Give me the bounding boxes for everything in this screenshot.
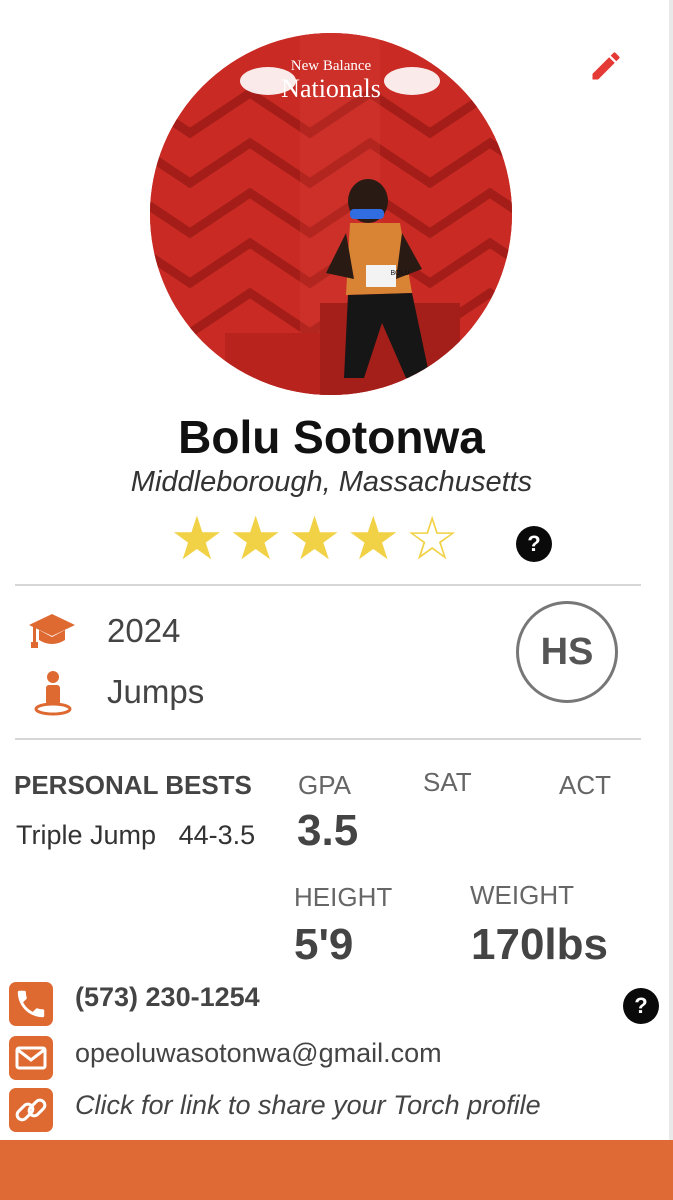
event-group: Jumps — [107, 673, 205, 710]
star-filled-icon: ★ — [287, 504, 342, 574]
pencil-icon — [592, 52, 620, 80]
divider — [15, 584, 641, 586]
share-link-button[interactable] — [9, 1088, 53, 1132]
phone-button[interactable] — [9, 982, 53, 1026]
sat-label: SAT — [423, 767, 472, 797]
act-label: ACT — [559, 770, 611, 800]
height-label: HEIGHT — [294, 882, 393, 912]
athlete-location: Middleborough, Massachusetts — [130, 466, 533, 498]
graduation-cap-icon — [28, 612, 76, 657]
card-edge — [669, 0, 673, 1140]
star-rating: ★ ★ ★ ★ ☆ — [170, 507, 459, 571]
phone-icon — [17, 990, 45, 1018]
divider — [15, 738, 641, 740]
contact-help-icon[interactable]: ? — [623, 988, 659, 1024]
height-value: 5'9 — [294, 920, 354, 969]
edit-profile-button[interactable] — [588, 48, 624, 84]
email-button[interactable] — [9, 1036, 53, 1080]
star-filled-icon: ★ — [346, 504, 401, 574]
personal-best-event: Triple Jump — [16, 820, 157, 850]
bib-number: BOLU — [390, 270, 410, 277]
star-empty-icon: ☆ — [405, 504, 459, 574]
footer-bar — [0, 1140, 673, 1200]
personal-best-mark: 44-3.5 — [178, 820, 256, 850]
graduation-year: 2024 — [107, 612, 181, 649]
gpa-value: 3.5 — [297, 806, 359, 855]
envelope-icon — [15, 1046, 47, 1070]
photo-banner: New Balance Nationals — [276, 58, 386, 103]
share-profile-link[interactable]: Click for link to share your Torch profi… — [75, 1090, 541, 1121]
phone-number[interactable]: (573) 230-1254 — [75, 982, 260, 1013]
level-badge: HS — [516, 601, 618, 703]
photo-banner-line1: New Balance — [290, 58, 372, 74]
weight-label: WEIGHT — [470, 880, 574, 910]
email-address[interactable]: opeoluwasotonwa@gmail.com — [75, 1038, 442, 1069]
athlete-name: Bolu Sotonwa — [178, 411, 485, 463]
gpa-label: GPA — [298, 770, 351, 800]
rating-help-icon[interactable]: ? — [516, 526, 552, 562]
weight-value: 170lbs — [471, 920, 608, 969]
photo-banner-line2: Nationals — [281, 74, 381, 103]
star-filled-icon: ★ — [170, 504, 224, 574]
personal-bests-title: PERSONAL BESTS — [14, 770, 252, 800]
star-filled-icon: ★ — [228, 504, 283, 574]
link-icon — [15, 1098, 47, 1122]
athlete-icon — [33, 670, 73, 721]
personal-best-item: Triple Jump 44-3.5 — [16, 813, 264, 857]
